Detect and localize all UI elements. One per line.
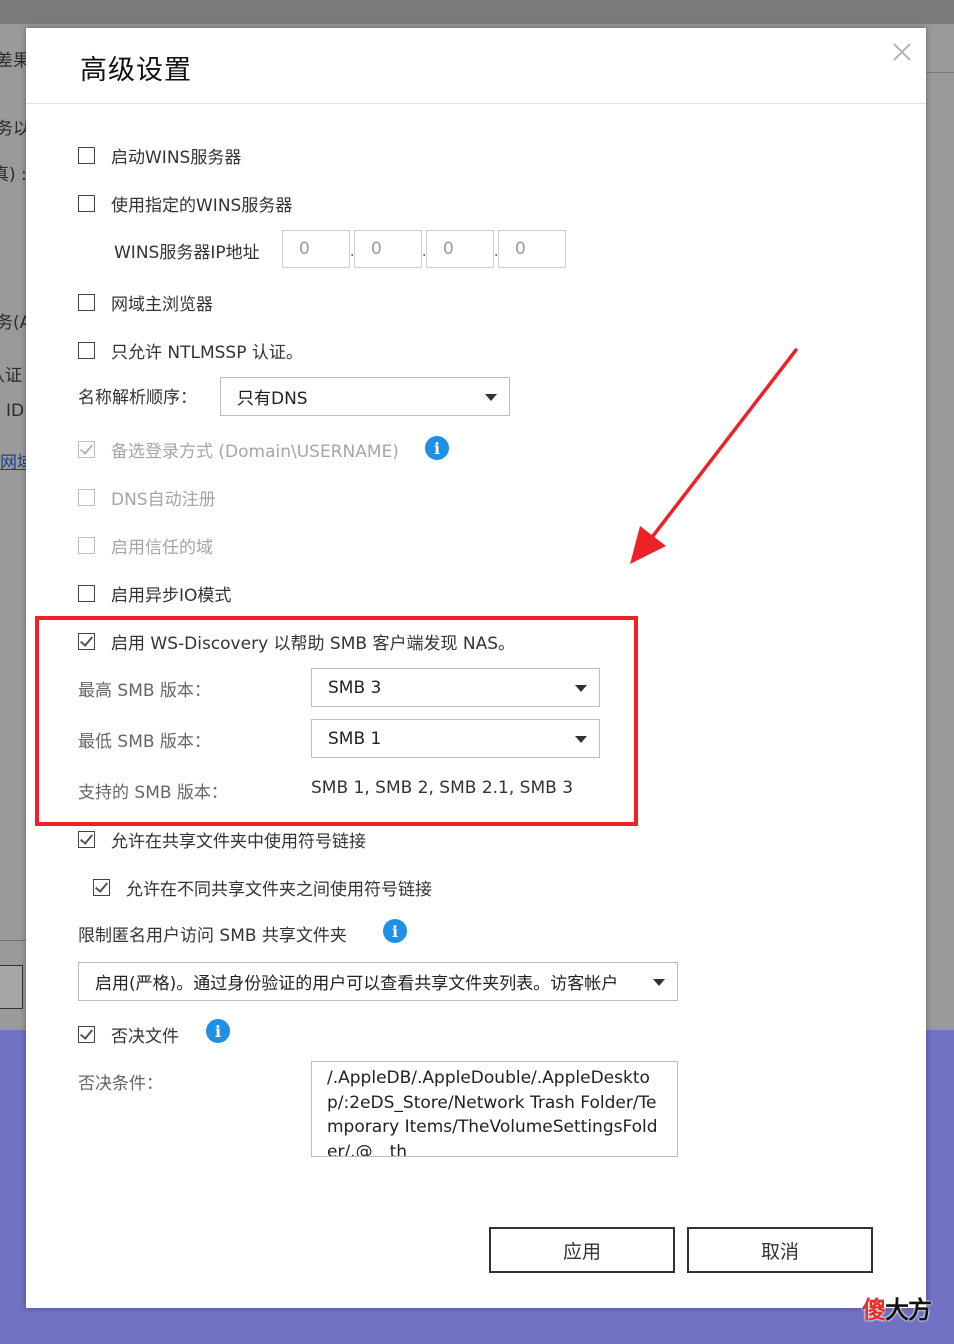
ws-discovery-option[interactable]: 启用 WS-Discovery 以帮助 SMB 客户端发现 NAS。 [78, 629, 515, 654]
ws-discovery-checkbox[interactable] [78, 633, 95, 650]
max-smb-select[interactable]: SMB 3 [311, 668, 600, 707]
apply-button[interactable]: 应用 [489, 1227, 675, 1273]
wins-server-checkbox[interactable] [78, 147, 95, 164]
veto-condition-textarea[interactable]: /.AppleDB/.AppleDouble/.AppleDesktop/:2e… [311, 1061, 678, 1157]
trusted-domain-option: 启用信任的域 [78, 533, 213, 558]
async-io-checkbox[interactable] [78, 585, 95, 602]
symlinks-label: 允许在共享文件夹中使用符号链接 [111, 832, 366, 852]
veto-files-option[interactable]: 否决文件 [78, 1022, 179, 1047]
background-text: 认证 [0, 366, 22, 386]
alt-login-label: 备选登录方式 (Domain\USERNAME) [111, 442, 399, 462]
background-divider [0, 940, 26, 941]
info-icon[interactable]: i [206, 1019, 230, 1043]
domain-browser-label: 网域主浏览器 [111, 295, 213, 315]
veto-files-label: 否决文件 [111, 1027, 179, 1047]
title-divider [26, 103, 926, 104]
wins-server-option[interactable]: 启动WINS服务器 [78, 143, 241, 168]
supported-smb-label: 支持的 SMB 版本： [78, 783, 228, 803]
chevron-down-icon [575, 684, 587, 692]
name-resolution-select[interactable]: 只有DNS [220, 377, 510, 416]
background-divider [926, 72, 954, 73]
min-smb-value: SMB 1 [328, 728, 382, 749]
cross-symlinks-checkbox[interactable] [93, 879, 110, 896]
min-smb-select[interactable]: SMB 1 [311, 719, 600, 758]
wins-ip-octet-1[interactable]: 0 [282, 230, 350, 268]
async-io-label: 启用异步IO模式 [111, 586, 232, 606]
background-text: ID [6, 401, 25, 421]
name-resolution-label: 名称解析顺序： [78, 388, 197, 408]
alt-login-option: 备选登录方式 (Domain\USERNAME) [78, 437, 399, 462]
symlinks-checkbox[interactable] [78, 831, 95, 848]
wins-ip-label: WINS服务器IP地址 [114, 243, 260, 263]
max-smb-label: 最高 SMB 版本： [78, 681, 211, 701]
use-wins-checkbox[interactable] [78, 195, 95, 212]
use-wins-label: 使用指定的WINS服务器 [111, 196, 293, 216]
supported-smb-value: SMB 1, SMB 2, SMB 2.1, SMB 3 [311, 778, 574, 798]
advanced-settings-dialog: 高级设置 启动WINS服务器 使用指定的WINS服务器 WINS服务器IP地址 … [26, 28, 926, 1308]
wins-ip-octet-2[interactable]: 0 [354, 230, 422, 268]
info-icon[interactable]: i [383, 919, 407, 943]
symlinks-option[interactable]: 允许在共享文件夹中使用符号链接 [78, 827, 366, 852]
background-text: 真) : [0, 165, 27, 185]
cancel-button[interactable]: 取消 [687, 1227, 873, 1273]
veto-condition-label: 否决条件： [78, 1074, 163, 1094]
chevron-down-icon [653, 978, 665, 986]
background-button[interactable] [0, 965, 23, 1009]
watermark-char: 傻 [862, 1295, 886, 1324]
max-smb-value: SMB 3 [328, 677, 382, 698]
async-io-option[interactable]: 启用异步IO模式 [78, 581, 231, 606]
name-resolution-value: 只有DNS [237, 389, 308, 409]
domain-browser-checkbox[interactable] [78, 294, 95, 311]
info-icon[interactable]: i [425, 436, 449, 460]
cross-symlinks-label: 允许在不同共享文件夹之间使用符号链接 [126, 880, 432, 900]
trusted-domain-checkbox [78, 537, 95, 554]
domain-browser-option[interactable]: 网域主浏览器 [78, 290, 213, 315]
wins-server-label: 启动WINS服务器 [111, 148, 242, 168]
trusted-domain-label: 启用信任的域 [111, 538, 213, 558]
anon-access-select[interactable]: 启用(严格)。通过身份验证的用户可以查看共享文件夹列表。访客帐户 [78, 962, 678, 1001]
wins-ip-octet-3[interactable]: 0 [426, 230, 494, 268]
min-smb-label: 最低 SMB 版本： [78, 732, 211, 752]
watermark-logo: 傻大方 [862, 1290, 932, 1325]
dns-register-option: DNS自动注册 [78, 485, 216, 510]
background-topbar [0, 0, 954, 24]
ntlmssp-checkbox[interactable] [78, 342, 95, 359]
watermark-text: 大方 [885, 1295, 932, 1324]
anon-access-label: 限制匿名用户访问 SMB 共享文件夹 [78, 926, 347, 946]
alt-login-checkbox [78, 441, 95, 458]
dns-register-label: DNS自动注册 [111, 490, 216, 510]
ntlmssp-label: 只允许 NTLMSSP 认证。 [111, 343, 303, 363]
ws-discovery-label: 启用 WS-Discovery 以帮助 SMB 客户端发现 NAS。 [111, 634, 515, 654]
anon-access-value: 启用(严格)。通过身份验证的用户可以查看共享文件夹列表。访客帐户 [95, 974, 619, 994]
ntlmssp-option[interactable]: 只允许 NTLMSSP 认证。 [78, 338, 303, 363]
dns-register-checkbox [78, 489, 95, 506]
dialog-title: 高级设置 [80, 55, 192, 86]
veto-files-checkbox[interactable] [78, 1026, 95, 1043]
use-wins-option[interactable]: 使用指定的WINS服务器 [78, 191, 292, 216]
chevron-down-icon [575, 735, 587, 743]
cross-symlinks-option[interactable]: 允许在不同共享文件夹之间使用符号链接 [93, 875, 432, 900]
wins-ip-octet-4[interactable]: 0 [498, 230, 566, 268]
chevron-down-icon [485, 393, 497, 401]
close-icon[interactable] [888, 38, 916, 66]
